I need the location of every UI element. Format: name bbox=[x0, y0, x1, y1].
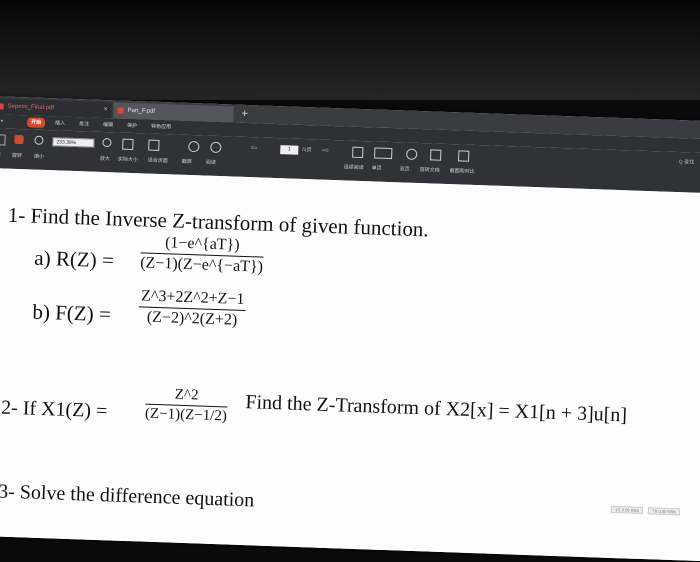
rotate-button[interactable]: 旋转 bbox=[12, 153, 22, 160]
document-page: 1- Find the Inverse Z-transform of given… bbox=[0, 167, 700, 562]
question-3-title: 3- Solve the difference equation bbox=[0, 480, 255, 512]
next-page-icon[interactable]: ⇨ bbox=[322, 146, 331, 155]
open-button[interactable]: 打开 bbox=[0, 152, 1, 159]
rotate-doc-icon[interactable] bbox=[406, 148, 418, 160]
question-1a-label: a) R(Z) = bbox=[33, 245, 115, 273]
shrink-button[interactable]: 缩小 bbox=[34, 154, 44, 161]
new-tab-button[interactable]: + bbox=[241, 107, 248, 121]
zoom-out-search-icon[interactable] bbox=[34, 135, 44, 145]
continuous-read-icon[interactable] bbox=[352, 146, 364, 159]
zoom-select[interactable]: 233.38% bbox=[52, 137, 95, 148]
question-2-label: 2- If X1(Z) = bbox=[0, 396, 108, 423]
rotate-doc-button[interactable]: 旋转文档 bbox=[420, 167, 440, 175]
crop-icon[interactable] bbox=[430, 149, 442, 161]
menu-start[interactable]: 开始 bbox=[26, 117, 46, 128]
app-menu-icon[interactable]: ⊞ ▾ bbox=[0, 116, 3, 126]
download-speed: 1/1 0.05 KB/s bbox=[611, 505, 644, 515]
continuous-read-button[interactable]: 连续阅读 bbox=[344, 164, 364, 172]
compare-icon[interactable] bbox=[458, 150, 470, 162]
fraction-denominator: (Z−2)^2(Z+2) bbox=[146, 308, 238, 329]
tab-label: Sepmis_Final.pdf bbox=[7, 103, 55, 112]
open-file-icon[interactable] bbox=[0, 134, 6, 146]
fit-page-icon[interactable] bbox=[148, 139, 160, 151]
actual-size-icon[interactable] bbox=[122, 138, 134, 151]
actual-size-button[interactable]: 实际大小 bbox=[118, 157, 138, 165]
page-number-input[interactable]: 1 bbox=[280, 145, 299, 155]
upload-speed: TB 0.00 KB/s bbox=[648, 507, 681, 516]
question-2-text: Find the Z-Transform of X2[x] = X1[n + 3… bbox=[245, 391, 628, 427]
fraction-denominator: (Z−1)(Z−e^{−aT}) bbox=[139, 254, 264, 276]
close-tab-icon[interactable]: × bbox=[103, 102, 108, 118]
compare-button[interactable]: 截图和对比 bbox=[450, 168, 475, 176]
screen: Sepmis_Final.pdf × Part_F.pdf + ⊞ ▾ 开始 插… bbox=[0, 96, 700, 562]
play-icon[interactable] bbox=[14, 134, 24, 145]
menu-edit[interactable]: 编辑 bbox=[103, 120, 113, 130]
question-1b-label: b) F(Z) = bbox=[32, 299, 112, 327]
prev-page-icon[interactable]: ⇦ bbox=[250, 143, 259, 152]
page-total: /1页 bbox=[302, 146, 312, 154]
pdf-icon bbox=[0, 103, 4, 110]
double-page-button[interactable]: 双页 bbox=[400, 166, 410, 173]
menu-comment[interactable]: 批注 bbox=[79, 119, 89, 129]
search-box[interactable]: Q 查找 bbox=[679, 158, 695, 166]
read-mode-icon[interactable] bbox=[210, 141, 222, 154]
question-1a-fraction: (1−e^{aT}) (Z−1)(Z−e^{−aT}) bbox=[139, 233, 265, 276]
tab-label: Part_F.pdf bbox=[127, 107, 156, 115]
menu-protect[interactable]: 保护 bbox=[127, 121, 137, 131]
question-2-fraction: Z^2 (Z−1)(Z−1/2) bbox=[144, 385, 228, 426]
menu-insert[interactable]: 插入 bbox=[55, 118, 65, 128]
menu-special[interactable]: 特色应用 bbox=[151, 122, 171, 133]
pdf-icon bbox=[117, 107, 124, 114]
fit-page-button[interactable]: 适合页面 bbox=[148, 158, 168, 166]
monitor-bezel bbox=[0, 0, 700, 100]
fraction-denominator: (Z−1)(Z−1/2) bbox=[144, 405, 228, 425]
rotate-icon[interactable] bbox=[188, 140, 200, 153]
single-page-icon[interactable] bbox=[374, 147, 393, 160]
read-button[interactable]: 阅读 bbox=[206, 160, 216, 167]
zoom-in-button[interactable]: 放大 bbox=[100, 156, 110, 163]
zoom-in-icon[interactable] bbox=[102, 137, 112, 148]
screenshot-button[interactable]: 截屏 bbox=[182, 159, 192, 166]
single-page-button[interactable]: 单页 bbox=[372, 165, 382, 172]
question-1b-fraction: Z^3+2Z^2+Z−1 (Z−2)^2(Z+2) bbox=[138, 287, 247, 330]
